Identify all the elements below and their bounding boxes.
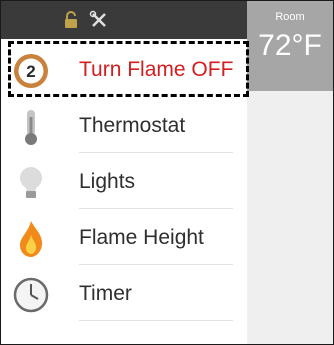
light-bulb-icon <box>11 163 51 203</box>
menu-item-timer[interactable]: Timer <box>1 267 247 321</box>
menu-item-turn-flame-off[interactable]: 2 Turn Flame OFF <box>1 43 247 97</box>
room-temperature-value: 72°F <box>258 29 322 62</box>
menu-item-flame-height[interactable]: Flame Height <box>1 211 247 265</box>
menu-label-turn-flame-off: Turn Flame OFF <box>79 58 234 81</box>
menu-item-thermostat[interactable]: Thermostat <box>1 99 247 153</box>
flame-badge: 2 <box>26 62 35 81</box>
thermometer-icon <box>11 107 51 147</box>
status-panel: Room 72°F <box>247 1 333 344</box>
flame-power-icon: 2 <box>11 51 51 91</box>
tools-icon[interactable] <box>89 10 109 30</box>
flame-icon <box>11 219 51 259</box>
divider <box>79 152 233 153</box>
lock-icon[interactable] <box>61 10 81 30</box>
menu-label-thermostat: Thermostat <box>79 114 186 137</box>
top-toolbar <box>1 1 247 39</box>
divider <box>79 264 233 265</box>
menu-label-timer: Timer <box>79 282 132 305</box>
divider <box>79 208 233 209</box>
menu-label-lights: Lights <box>79 170 136 193</box>
room-temperature-box: Room 72°F <box>247 1 333 91</box>
room-label: Room <box>275 11 305 23</box>
app-frame: Room 72°F 2 Turn Flame OFF Thermostat Li… <box>0 0 334 345</box>
menu-item-lights[interactable]: Lights <box>1 155 247 209</box>
divider <box>79 320 233 321</box>
menu-label-flame-height: Flame Height <box>79 226 204 249</box>
clock-icon <box>11 275 51 315</box>
